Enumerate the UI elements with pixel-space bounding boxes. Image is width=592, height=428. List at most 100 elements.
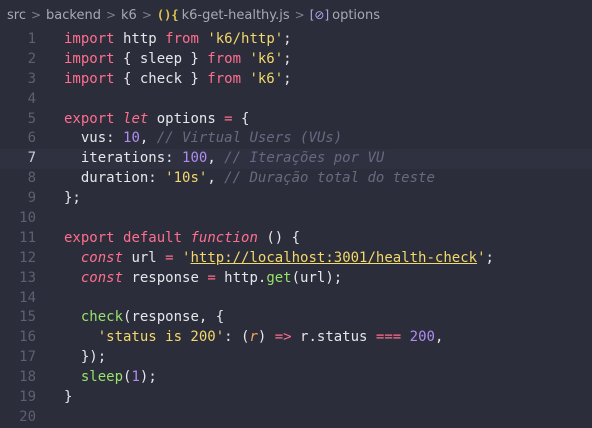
- code-token: ;: [283, 31, 292, 47]
- line-number: 11: [19, 229, 36, 246]
- code-token: 'k6/http': [207, 31, 284, 47]
- code-token: import: [64, 31, 115, 47]
- code-token: from: [207, 70, 242, 87]
- code-token: import: [64, 50, 115, 67]
- line-number: 6: [27, 130, 36, 147]
- code-token: ===: [375, 329, 402, 346]
- code-line[interactable]: 7 iterations: 100, // Iterações por VU: [0, 149, 592, 170]
- code-text: export let options = {: [64, 110, 249, 130]
- code-token: ): [257, 329, 275, 346]
- code-text: import { check } from 'k6';: [64, 70, 292, 90]
- code-token: 'status is 200': [97, 329, 225, 346]
- code-token: );: [139, 369, 157, 386]
- chevron-right-icon: >: [105, 8, 117, 22]
- code-line[interactable]: 5 export let options = {: [0, 110, 592, 130]
- code-line[interactable]: 20: [0, 408, 592, 428]
- code-token: let: [123, 110, 149, 127]
- code-token: from: [207, 50, 242, 67]
- code-token: () {: [257, 229, 301, 246]
- code-token: const: [80, 249, 124, 266]
- code-token: ,: [434, 329, 444, 346]
- line-number: 3: [27, 70, 36, 87]
- code-token: // Duração total do teste: [224, 170, 435, 187]
- code-line[interactable]: 9};: [0, 189, 592, 209]
- code-text: import http from 'k6/http';: [64, 30, 292, 50]
- code-line[interactable]: 13 const response = http.get(url);: [0, 269, 592, 289]
- code-text: const url = 'http://localhost:3001/healt…: [64, 249, 494, 269]
- code-token: {: [232, 110, 250, 127]
- breadcrumb-item-file[interactable]: k6-get-healthy.js: [182, 8, 290, 23]
- code-line[interactable]: 10: [0, 209, 592, 229]
- code-token: ;: [485, 249, 494, 266]
- code-text: iterations: 100, // Iterações por VU: [64, 149, 384, 169]
- code-token: http: [114, 31, 166, 47]
- code-line[interactable]: 14: [0, 289, 592, 309]
- code-line[interactable]: 12 const url = 'http://localhost:3001/he…: [0, 249, 592, 269]
- line-number: 16: [19, 329, 36, 346]
- code-token: vus:: [64, 130, 124, 147]
- code-token[interactable]: http://localhost:3001/health-check: [190, 250, 477, 266]
- line-number: 10: [19, 210, 36, 227]
- breadcrumb-item-backend[interactable]: backend: [46, 8, 101, 23]
- code-text: check(response, {: [64, 308, 224, 328]
- code-token: ;: [283, 70, 292, 87]
- code-line[interactable]: 18 sleep(1);: [0, 368, 592, 388]
- breadcrumb-item-k6[interactable]: k6: [121, 8, 137, 23]
- code-text: sleep(1);: [64, 368, 157, 388]
- code-text: duration: '10s', // Duração total do tes…: [64, 169, 435, 189]
- code-token: const: [80, 269, 124, 286]
- line-number: 5: [27, 110, 36, 127]
- code-token: iterations:: [64, 150, 183, 167]
- code-line[interactable]: 3 import { check } from 'k6';: [0, 70, 592, 90]
- line-number: 1: [27, 31, 36, 47]
- code-line[interactable]: 8 duration: '10s', // Duração total do t…: [0, 169, 592, 189]
- breadcrumb-item-symbol[interactable]: options: [332, 8, 380, 23]
- code-token: check: [80, 309, 124, 326]
- code-token: 'k6': [249, 70, 284, 87]
- code-line[interactable]: 4: [0, 90, 592, 110]
- code-text: const response = http.get(url);: [64, 269, 342, 289]
- code-token: response: [123, 269, 208, 286]
- code-token: // Iterações por VU: [224, 150, 385, 167]
- code-token: import: [64, 70, 115, 87]
- line-number: 2: [27, 50, 36, 67]
- code-line[interactable]: 15 check(response, {: [0, 308, 592, 328]
- code-token: : (: [224, 329, 250, 346]
- chevron-right-icon: >: [294, 8, 305, 22]
- breadcrumb: src > backend > k6 > (){ k6-get-healthy.…: [0, 0, 592, 30]
- code-line[interactable]: 11 export default function () {: [0, 229, 592, 249]
- code-line[interactable]: 6 vus: 10, // Virtual Users (VUs): [0, 129, 592, 149]
- code-token: // Virtual Users (VUs): [156, 130, 343, 147]
- code-editor[interactable]: 1 import http from 'k6/http'; 2 import { sl…: [0, 30, 592, 428]
- code-token: =: [165, 249, 174, 266]
- code-line[interactable]: 19}: [0, 388, 592, 408]
- code-text: });: [64, 348, 106, 368]
- code-token: };: [64, 190, 81, 207]
- code-token: options: [148, 110, 225, 127]
- code-token: });: [64, 349, 107, 366]
- code-token: get: [266, 269, 292, 286]
- code-text: vus: 10, // Virtual Users (VUs): [64, 129, 342, 149]
- line-number: 15: [19, 309, 36, 326]
- code-line[interactable]: 16 'status is 200': (r) => r.status === …: [0, 328, 592, 348]
- code-line[interactable]: 1 import http from 'k6/http';: [0, 30, 592, 50]
- code-token: ': [477, 249, 486, 266]
- breadcrumb-item-src[interactable]: src: [7, 8, 26, 23]
- code-line[interactable]: 2 import { sleep } from 'k6';: [0, 50, 592, 70]
- chevron-right-icon: >: [141, 8, 152, 22]
- code-token: 200: [409, 329, 435, 346]
- code-token: r.status: [291, 329, 376, 346]
- line-number: 4: [27, 90, 36, 107]
- code-token: ,: [207, 170, 225, 187]
- code-token: ,: [207, 150, 225, 167]
- code-line[interactable]: 17 });: [0, 348, 592, 368]
- code-token: }: [64, 389, 73, 406]
- line-number: 20: [19, 408, 36, 425]
- line-number: 7: [27, 150, 36, 167]
